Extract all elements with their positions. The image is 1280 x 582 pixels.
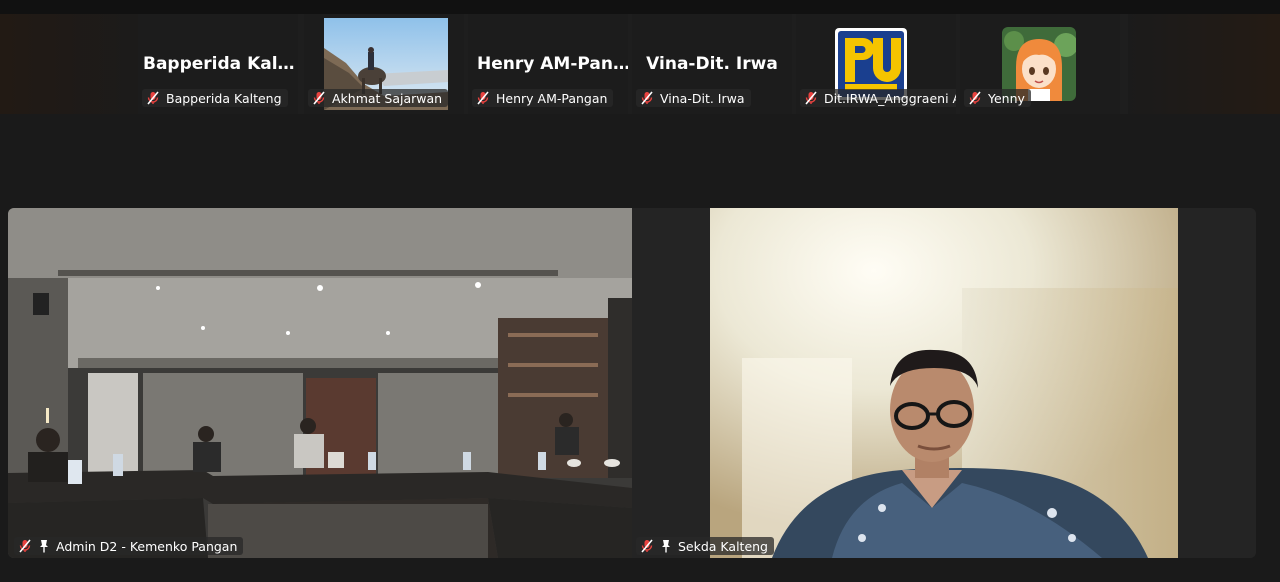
sekda-video (632, 208, 1256, 558)
participant-tile-henry[interactable]: Henry AM-Pan... Henry AM-Pangan (468, 14, 628, 114)
mic-muted-icon (640, 91, 654, 105)
participant-tile-bapperida[interactable]: Bapperida Kalte... Bapperida Kalteng (138, 14, 298, 114)
mic-muted-icon (312, 91, 326, 105)
pin-icon (38, 539, 50, 553)
meeting-room-video (8, 208, 632, 558)
participant-label: Admin D2 - Kemenko Pangan (14, 537, 244, 555)
mic-muted-icon (146, 91, 160, 105)
participant-display-name: Vina-Dit. Irwa (646, 54, 778, 74)
participant-tile-vina[interactable]: Vina-Dit. Irwa Vina-Dit. Irwa (632, 14, 792, 114)
participant-label: Bapperida Kalteng (142, 89, 288, 107)
participant-name: Henry AM-Pangan (496, 90, 608, 106)
participant-name: Sekda Kalteng (678, 538, 768, 554)
participant-name: Akhmat Sajarwan (332, 90, 443, 106)
mic-muted-icon (968, 91, 982, 105)
mic-muted-icon (476, 91, 490, 105)
participant-tile-yenny[interactable]: Yenny (960, 14, 1120, 114)
video-panel-admin[interactable]: Admin D2 - Kemenko Pangan (8, 208, 632, 558)
gallery-strip: Bapperida Kalte... Bapperida Kalteng (138, 14, 1128, 114)
mic-muted-icon (640, 539, 654, 553)
participant-display-name: Bapperida Kalte... (143, 54, 298, 74)
participant-label: Sekda Kalteng (636, 537, 774, 555)
window-top-bar (0, 0, 1280, 14)
participant-name: Bapperida Kalteng (166, 90, 282, 106)
pin-icon (660, 539, 672, 553)
participant-label: Akhmat Sajarwan (308, 89, 449, 107)
participant-label: Vina-Dit. Irwa (636, 89, 751, 107)
participant-tile-akhmat[interactable]: Akhmat Sajarwan (304, 14, 464, 114)
participant-name: Vina-Dit. Irwa (660, 90, 745, 106)
video-panel-sekda[interactable]: Sekda Kalteng (632, 208, 1256, 558)
participant-name: Admin D2 - Kemenko Pangan (56, 538, 238, 554)
participant-display-name: Henry AM-Pan... (477, 54, 628, 74)
participant-name: Yenny (988, 90, 1025, 106)
mic-muted-icon (18, 539, 32, 553)
participant-label: Yenny (964, 89, 1031, 107)
participant-label: Henry AM-Pangan (472, 89, 614, 107)
mic-muted-icon (804, 91, 818, 105)
participant-label: Dit.IRWA_Anggraeni A (800, 89, 956, 107)
participant-name: Dit.IRWA_Anggraeni A (824, 90, 956, 106)
participant-tile-anggraeni[interactable]: Dit.IRWA_Anggraeni A (796, 14, 956, 114)
